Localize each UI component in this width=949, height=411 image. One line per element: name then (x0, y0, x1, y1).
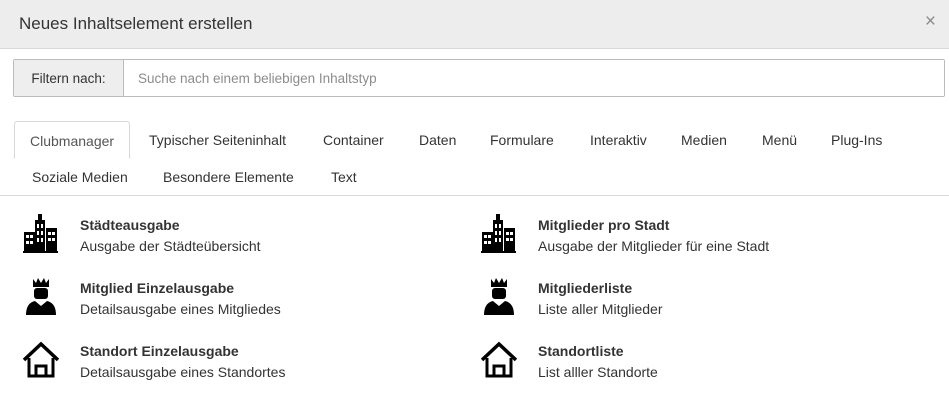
modal-title: Neues Inhaltselement erstellen (19, 14, 253, 33)
element-title: Mitglied Einzelausgabe (80, 280, 235, 296)
tab-plug-ins[interactable]: Plug-Ins (831, 131, 882, 149)
element-description: List alller Standorte (538, 364, 658, 380)
crowned-person-icon (481, 277, 517, 317)
tab-besondere-elemente[interactable]: Besondere Elemente (163, 168, 294, 186)
city-buildings-icon (23, 214, 59, 254)
element-mitglied-einzelausgabe[interactable]: Mitglied Einzelausgabe Detailsausgabe ei… (23, 259, 443, 317)
tab-menue[interactable]: Menü (762, 131, 797, 149)
tab-typischer-seiteninhalt[interactable]: Typischer Seiteninhalt (149, 131, 286, 149)
tab-formulare[interactable]: Formulare (490, 131, 554, 149)
tab-container[interactable]: Container (323, 131, 384, 149)
category-tabs: Clubmanager Typischer Seiteninhalt Conta… (0, 121, 949, 196)
city-buildings-icon (481, 214, 517, 254)
element-description: Ausgabe der Mitglieder für eine Stadt (538, 238, 770, 254)
modal-header: Neues Inhaltselement erstellen × (0, 0, 949, 49)
element-title: Standortliste (538, 343, 624, 359)
tab-interaktiv[interactable]: Interaktiv (590, 131, 647, 149)
element-standortliste[interactable]: Standortliste List alller Standorte (480, 322, 901, 380)
tab-medien[interactable]: Medien (681, 131, 727, 149)
tab-clubmanager[interactable]: Clubmanager (14, 121, 131, 159)
element-mitgliederliste[interactable]: Mitgliederliste Liste aller Mitglieder (481, 259, 901, 317)
element-title: Standort Einzelausgabe (80, 343, 239, 359)
house-icon (22, 340, 60, 380)
element-staedteausgabe[interactable]: Städteausgabe Ausgabe der Städteübersich… (23, 196, 443, 254)
filter-group: Filtern nach: (13, 59, 945, 97)
element-title: Mitglieder pro Stadt (538, 217, 670, 233)
close-button[interactable]: × (925, 12, 936, 32)
element-mitglieder-pro-stadt[interactable]: Mitglieder pro Stadt Ausgabe der Mitglie… (481, 196, 901, 254)
element-description: Detailsausgabe eines Mitgliedes (80, 301, 281, 317)
element-description: Ausgabe der Städteübersicht (80, 238, 261, 254)
element-title: Mitgliederliste (538, 280, 633, 296)
element-title: Städteausgabe (80, 217, 180, 233)
tab-soziale-medien[interactable]: Soziale Medien (32, 168, 128, 186)
house-icon (480, 340, 518, 380)
element-description: Detailsausgabe eines Standortes (80, 364, 286, 380)
filter-label: Filtern nach: (14, 60, 124, 96)
element-description: Liste aller Mitglieder (538, 301, 663, 317)
new-content-element-modal: Neues Inhaltselement erstellen × Filtern… (0, 0, 949, 411)
element-standort-einzelausgabe[interactable]: Standort Einzelausgabe Detailsausgabe ei… (22, 322, 443, 380)
crowned-person-icon (23, 277, 59, 317)
tab-daten[interactable]: Daten (419, 131, 456, 149)
tab-text[interactable]: Text (331, 168, 357, 186)
filter-search-input[interactable] (124, 60, 944, 96)
